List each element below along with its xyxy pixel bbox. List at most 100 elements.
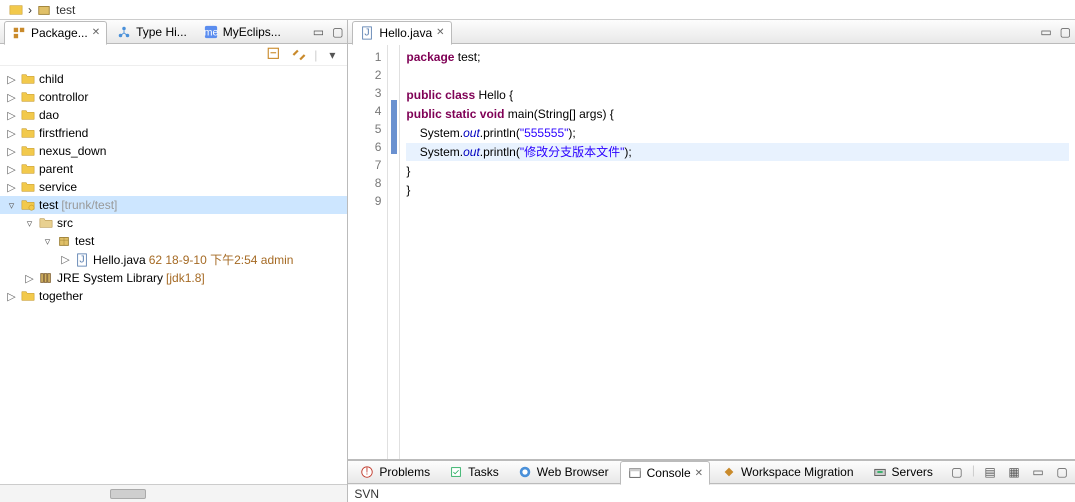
tree-node-label: firstfriend [39, 126, 88, 140]
twisty-icon[interactable]: ▷ [6, 73, 17, 86]
tree-node-decoration: [jdk1.8] [166, 271, 205, 285]
status-bar: SVN [348, 484, 1075, 502]
breadcrumb-sep: › [28, 3, 32, 17]
svg-text:J: J [79, 253, 84, 265]
horizontal-scrollbar[interactable] [0, 484, 347, 502]
library-icon [38, 270, 54, 286]
svg-text:!: ! [366, 466, 369, 478]
tree-node-test[interactable]: ▿test [0, 232, 347, 250]
folder-icon [20, 179, 36, 195]
open-console-icon[interactable]: ▦ [1005, 463, 1023, 481]
folder-icon [20, 89, 36, 105]
close-icon[interactable]: ✕ [695, 468, 703, 479]
project-tree[interactable]: ▷child▷controllor▷dao▷firstfriend▷nexus_… [0, 66, 347, 484]
web-browser-icon [517, 464, 533, 480]
tree-node-label: test [39, 198, 58, 212]
workspace-migration-icon [721, 464, 737, 480]
display-selected-icon[interactable]: ▤ [981, 463, 999, 481]
console-icon [627, 465, 643, 481]
twisty-icon[interactable]: ▷ [60, 253, 71, 266]
tree-node-decoration: [trunk/test] [61, 198, 117, 212]
tab-label: Type Hi... [136, 25, 187, 39]
tab-console[interactable]: Console✕ [620, 461, 710, 485]
twisty-icon[interactable]: ▷ [24, 272, 35, 285]
separator: | [972, 463, 975, 481]
tree-node-controllor[interactable]: ▷ controllor [0, 88, 347, 106]
tree-node-service[interactable]: ▷ service [0, 178, 347, 196]
java-file-icon: J [359, 25, 375, 41]
twisty-icon[interactable]: ▷ [6, 163, 17, 176]
tasks-icon [448, 464, 464, 480]
close-icon[interactable]: ✕ [436, 27, 444, 38]
tab-web-browser[interactable]: Web Browser [510, 460, 616, 484]
project-icon [8, 2, 24, 18]
editor-tab-label: Hello.java [379, 26, 432, 40]
breadcrumb-item[interactable]: test [56, 3, 75, 17]
twisty-icon[interactable]: ▷ [6, 91, 17, 104]
close-icon[interactable]: ✕ [92, 27, 100, 38]
tree-node-child[interactable]: ▷child [0, 70, 347, 88]
tab-workspace-migration[interactable]: Workspace Migration [714, 460, 861, 484]
tab-myeclipse[interactable]: me MyEclips... [196, 20, 288, 44]
tab-servers[interactable]: Servers [865, 460, 940, 484]
tab-label: Tasks [468, 465, 499, 479]
maximize-icon[interactable]: ▢ [1053, 463, 1071, 481]
tree-node-src[interactable]: ▿ src [0, 214, 347, 232]
problems-icon: ! [359, 464, 375, 480]
view-menu-icon[interactable]: ▾ [323, 46, 341, 64]
twisty-icon[interactable]: ▿ [6, 199, 17, 212]
type-hierarchy-icon [116, 24, 132, 40]
tab-label: Workspace Migration [741, 465, 854, 479]
tab-type-hierarchy[interactable]: Type Hi... [109, 20, 194, 44]
link-editor-icon[interactable] [290, 46, 308, 64]
tab-problems[interactable]: !Problems [352, 460, 437, 484]
tab-label: Package... [31, 26, 88, 40]
tree-node-label: parent [39, 162, 73, 176]
left-tabrow: Package... ✕ Type Hi... me MyEclips... ▭… [0, 20, 347, 44]
tree-node-label: service [39, 180, 77, 194]
twisty-icon[interactable]: ▷ [6, 109, 17, 122]
twisty-icon[interactable]: ▿ [24, 217, 35, 230]
folder-icon [20, 288, 36, 304]
tree-node-label: src [57, 216, 73, 230]
tree-node-firstfriend[interactable]: ▷ firstfriend [0, 124, 347, 142]
tree-node-nexus-down[interactable]: ▷nexus_down [0, 142, 347, 160]
maximize-icon[interactable]: ▢ [1060, 25, 1071, 39]
maximize-icon[interactable]: ▢ [332, 25, 343, 39]
separator: | [314, 48, 317, 62]
tree-node-together[interactable]: ▷together [0, 287, 347, 305]
pin-console-icon[interactable]: ▢ [948, 463, 966, 481]
srcfolder-icon [38, 215, 54, 231]
folder-icon [20, 161, 36, 177]
line-gutter: 123456789 [348, 44, 388, 459]
tree-node-decoration: 62 18-9-10 下午2:54 admin [149, 251, 294, 268]
minimize-icon[interactable]: ▭ [1029, 463, 1047, 481]
editor-tab-hello[interactable]: J Hello.java ✕ [352, 21, 451, 45]
twisty-icon[interactable]: ▷ [6, 145, 17, 158]
tree-node-parent[interactable]: ▷ parent [0, 160, 347, 178]
twisty-icon[interactable]: ▷ [6, 181, 17, 194]
minimize-icon[interactable]: ▭ [313, 25, 324, 39]
tab-tasks[interactable]: Tasks [441, 460, 506, 484]
folder-icon [20, 125, 36, 141]
package-explorer-panel: Package... ✕ Type Hi... me MyEclips... ▭… [0, 20, 348, 502]
twisty-icon[interactable]: ▷ [6, 290, 17, 303]
tree-node-dao[interactable]: ▷dao [0, 106, 347, 124]
tree-node-hello-java[interactable]: ▷JHello.java 62 18-9-10 下午2:54 admin [0, 250, 347, 269]
tab-package-explorer[interactable]: Package... ✕ [4, 21, 107, 45]
twisty-icon[interactable]: ▿ [42, 235, 53, 248]
code-area[interactable]: package test; public class Hello { publi… [400, 44, 1075, 459]
minimize-icon[interactable]: ▭ [1040, 25, 1051, 39]
tree-node-label: controllor [39, 90, 88, 104]
collapse-all-icon[interactable] [266, 46, 284, 64]
project-icon [20, 197, 36, 213]
explorer-toolbar: | ▾ [0, 44, 347, 66]
tree-node-jre-system-library[interactable]: ▷JRE System Library [jdk1.8] [0, 269, 347, 287]
twisty-icon[interactable]: ▷ [6, 127, 17, 140]
tab-label: Servers [892, 465, 933, 479]
tree-node-test[interactable]: ▿ test [trunk/test] [0, 196, 347, 214]
editor-panel: J Hello.java ✕ ▭ ▢ 123456789 package tes… [348, 20, 1075, 502]
breadcrumb: › test [0, 0, 1075, 20]
svg-text:J: J [365, 26, 370, 38]
code-editor[interactable]: 123456789 package test; public class Hel… [348, 44, 1075, 460]
